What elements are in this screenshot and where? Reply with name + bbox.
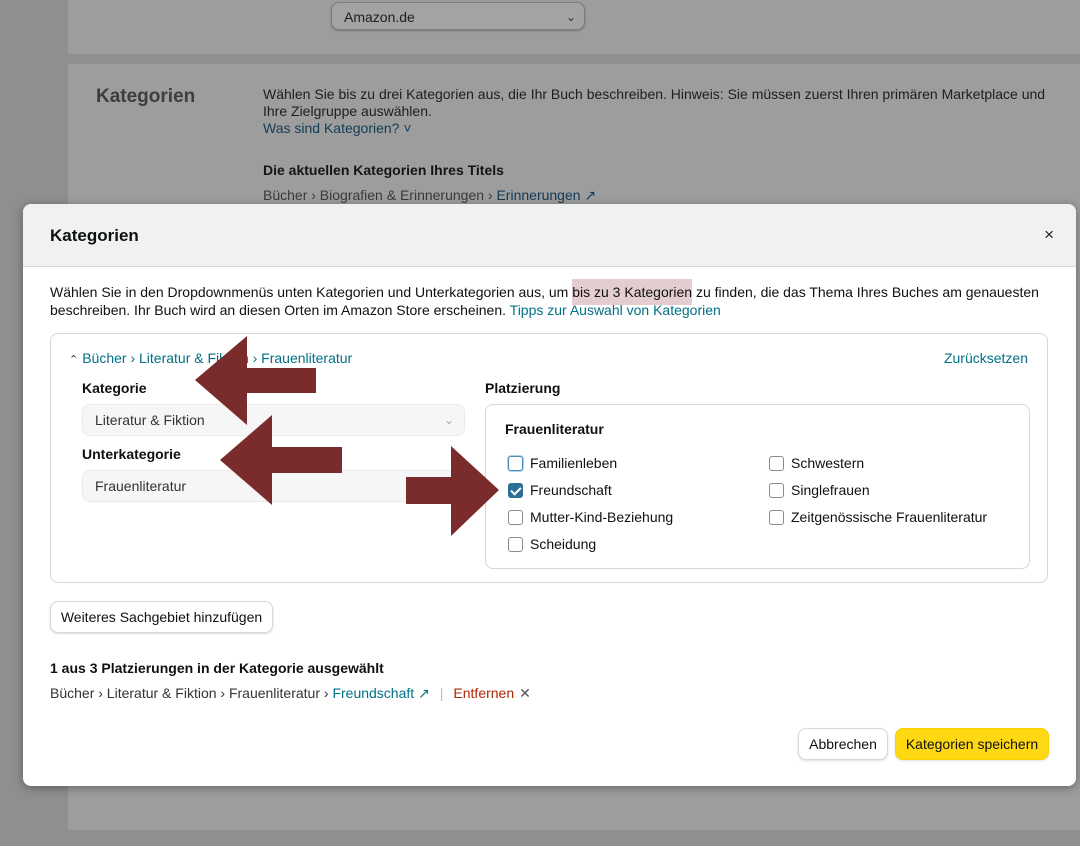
option-familienleben[interactable]: Familienleben (508, 454, 617, 472)
intro-text: Wählen Sie in den Dropdownmenüs unten Ka… (50, 284, 573, 300)
checkbox-singlefrauen[interactable] (769, 482, 784, 498)
option-freundschaft[interactable]: Freundschaft (508, 481, 612, 499)
tips-link[interactable]: Tipps zur Auswahl von Kategorien (510, 302, 721, 318)
option-singlefrauen[interactable]: Singlefrauen (769, 481, 870, 499)
checkbox-mutter-kind-beziehung[interactable] (508, 509, 523, 525)
placement-title: Frauenliteratur (505, 421, 604, 437)
chevron-down-icon: ⌄ (443, 413, 454, 427)
remove-link[interactable]: Entfernen (453, 685, 514, 701)
option-zeitgenoessische-frauenliteratur[interactable]: Zeitgenössische Frauenliteratur (769, 508, 987, 526)
placement-box: Frauenliteratur Familienleben Freundscha… (485, 404, 1030, 569)
placement-label: Platzierung (485, 380, 561, 396)
option-mutter-kind-beziehung[interactable]: Mutter-Kind-Beziehung (508, 508, 673, 526)
checkbox-scheidung[interactable] (508, 536, 523, 552)
categories-modal: Kategorien × Wählen Sie in den Dropdownm… (23, 204, 1076, 786)
selected-count: 1 aus 3 Platzierungen in der Kategorie a… (50, 660, 384, 676)
option-label: Zeitgenössische Frauenliteratur (791, 509, 988, 525)
option-label: Singlefrauen (791, 482, 870, 498)
reset-link[interactable]: Zurücksetzen (944, 350, 1028, 366)
marketplace-panel: Amazon.de ⌄ (68, 0, 1080, 54)
cancel-button[interactable]: Abbrechen (798, 728, 888, 760)
close-icon[interactable]: × (1044, 225, 1054, 245)
current-path-text: Bücher › Biografien & Erinnerungen › (263, 187, 497, 203)
current-category-path: Bücher › Biografien & Erinnerungen › Eri… (263, 187, 596, 204)
modal-title: Kategorien (50, 226, 139, 245)
subcategory-dropdown[interactable]: Frauenliteratur (82, 470, 465, 502)
option-label: Scheidung (530, 536, 597, 552)
current-category-link[interactable]: Erinnerungen ↗ (496, 187, 596, 203)
selected-placement-link[interactable]: Freundschaft ↗ (332, 685, 429, 701)
category-dropdown[interactable]: Literatur & Fiktion ⌄ (82, 404, 465, 436)
option-label: Schwestern (791, 455, 865, 471)
add-subject-button[interactable]: Weiteres Sachgebiet hinzufügen (50, 601, 273, 633)
checkbox-zeitgenoessische-frauenliteratur[interactable] (769, 509, 784, 525)
selected-placement: Bücher › Literatur & Fiktion › Frauenlit… (50, 685, 531, 702)
divider: | (439, 685, 444, 701)
checkbox-schwestern[interactable] (769, 455, 784, 471)
option-schwestern[interactable]: Schwestern (769, 454, 864, 472)
checkbox-familienleben[interactable] (508, 455, 523, 471)
marketplace-select-value: Amazon.de (344, 9, 415, 25)
subcategory-value: Frauenliteratur (95, 478, 187, 494)
option-label: Familienleben (530, 455, 618, 471)
breadcrumb-text[interactable]: Bücher › Literatur & Fiktion › Frauenlit… (82, 350, 352, 366)
remove-icon[interactable]: ✕ (519, 685, 531, 701)
save-categories-button[interactable]: Kategorien speichern (895, 728, 1049, 760)
checkbox-freundschaft[interactable] (508, 482, 523, 498)
section-description: Wählen Sie bis zu drei Kategorien aus, d… (263, 86, 1046, 119)
option-scheidung[interactable]: Scheidung (508, 535, 596, 553)
chevron-up-icon: ⌃ (69, 354, 79, 366)
category-selector: ⌃ Bücher › Literatur & Fiktion › Frauenli… (50, 333, 1048, 583)
modal-intro: Wählen Sie in den Dropdownmenüs unten Ka… (50, 279, 1050, 319)
chevron-down-icon: ⌄ (565, 10, 576, 24)
category-breadcrumb[interactable]: ⌃ Bücher › Literatur & Fiktion › Frauenli… (69, 350, 352, 366)
option-label: Mutter-Kind-Beziehung (530, 509, 674, 525)
modal-header: Kategorien × (23, 204, 1076, 267)
current-categories-heading: Die aktuellen Kategorien Ihres Titels (263, 162, 504, 178)
section-title: Kategorien (96, 86, 196, 107)
option-label: Freundschaft (530, 482, 612, 498)
marketplace-select[interactable]: Amazon.de ⌄ (331, 2, 585, 30)
category-value: Literatur & Fiktion (95, 412, 205, 428)
category-label: Kategorie (82, 380, 147, 396)
selected-path-text: Bücher › Literatur & Fiktion › Frauenlit… (50, 685, 333, 701)
help-link[interactable]: Was sind Kategorien? ˅ (263, 120, 412, 136)
subcategory-label: Unterkategorie (82, 446, 181, 462)
